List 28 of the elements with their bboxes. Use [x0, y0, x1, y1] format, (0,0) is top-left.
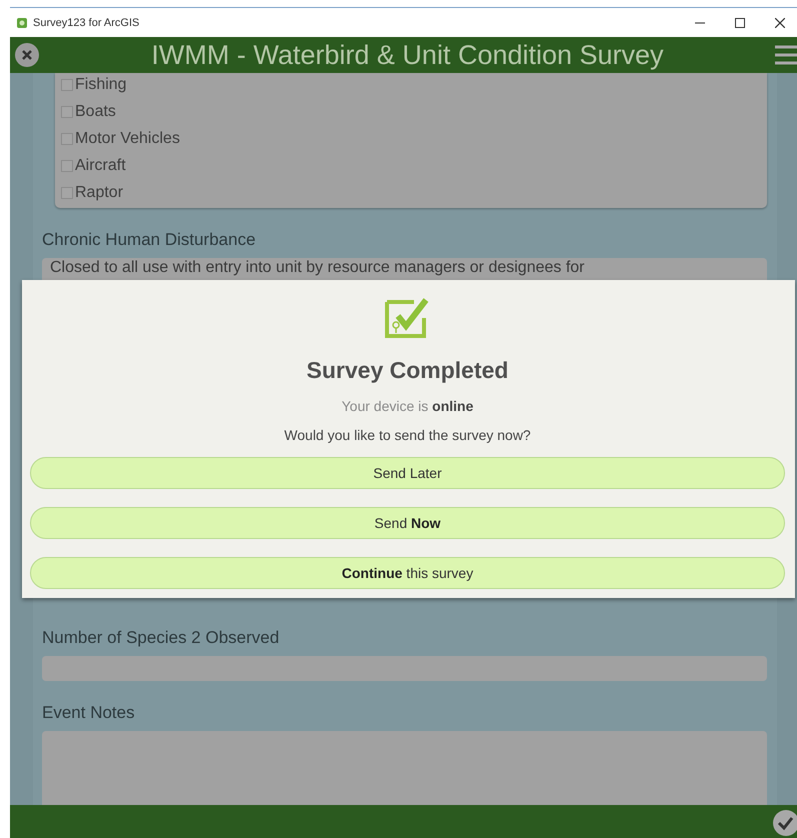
send-question-text: Would you like to send the survey now?: [284, 427, 531, 443]
app-icon: [16, 16, 28, 28]
field-label: Chronic Human Disturbance: [42, 230, 256, 250]
send-now-button[interactable]: Send Now: [30, 507, 785, 539]
checkbox-label: Fishing: [75, 76, 127, 94]
survey-title: IWMM - Waterbird & Unit Condition Survey: [150, 40, 665, 70]
checkbox-label: Motor Vehicles: [75, 130, 180, 148]
checkbox[interactable]: [61, 78, 73, 90]
continue-survey-button[interactable]: Continue this survey: [30, 557, 785, 589]
survey-check-icon: [384, 296, 432, 340]
checkbox-label: Raptor: [75, 184, 124, 202]
device-status-text: Your device is online: [342, 398, 474, 414]
close-icon[interactable]: [775, 18, 785, 28]
checkbox[interactable]: [61, 132, 73, 144]
field-label: Number of Species 2 Observed: [42, 628, 280, 648]
field-label: Event Notes: [42, 703, 135, 723]
maximize-icon[interactable]: [735, 18, 745, 28]
window-title: Survey123 for ArcGIS: [33, 16, 140, 28]
send-later-button[interactable]: Send Later: [30, 457, 785, 489]
notes-field[interactable]: [42, 731, 767, 805]
checkbox[interactable]: [61, 160, 73, 172]
checkbox-label: Boats: [75, 102, 116, 120]
checkbox[interactable]: [61, 186, 73, 198]
dialog-title: Survey Completed: [306, 357, 508, 384]
number-field[interactable]: [42, 656, 767, 681]
checkbox-label: Aircraft: [75, 156, 126, 174]
checkbox[interactable]: [61, 106, 73, 118]
menu-icon[interactable]: [775, 44, 797, 66]
